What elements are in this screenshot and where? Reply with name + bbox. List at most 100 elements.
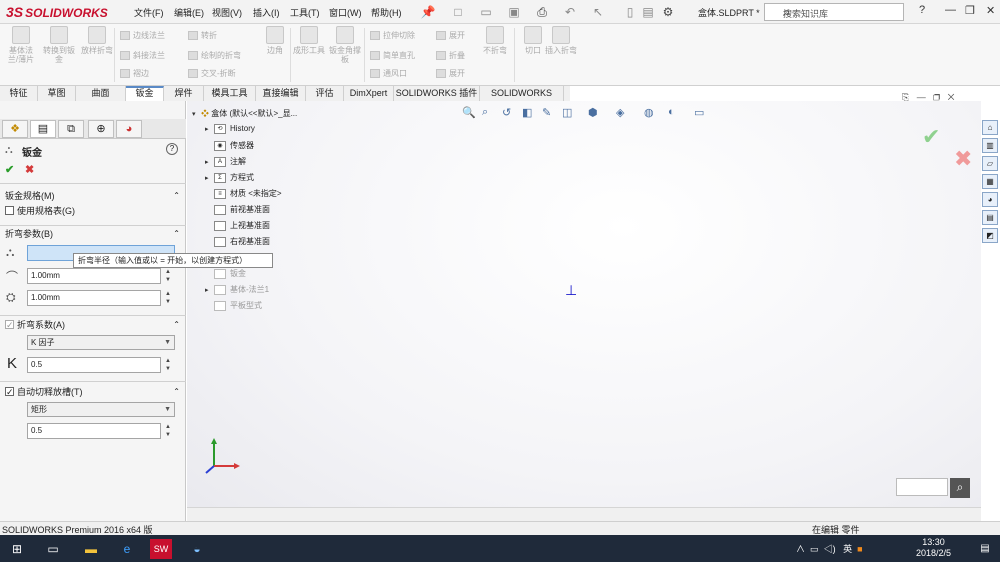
task-view-icon[interactable]: ▭ [42,539,64,559]
simple-hole-button[interactable]: 简单直孔 [370,50,415,61]
graphics-search-box[interactable] [896,478,948,496]
menu-help[interactable]: 帮助(H) [371,6,402,19]
insert-bends-button[interactable]: 插入折弯 [544,26,578,55]
dynamic-annotation-icon[interactable]: ✎ [542,106,551,119]
file-explorer-icon[interactable]: ▱ [982,156,998,171]
tab-direct-editing[interactable]: 直接编辑 [256,86,306,101]
display-style-icon[interactable]: ⬢ [588,106,598,119]
app-taskbar-icon[interactable]: ◒ [186,539,208,559]
checkbox-checked[interactable] [5,385,14,399]
custom-properties-icon[interactable]: ▤ [982,210,998,225]
rebuild-icon[interactable]: ▯ [622,4,638,20]
collapse-chevron-icon[interactable]: ⌃ [173,318,180,332]
tab-evaluate[interactable]: 评估 [306,86,344,101]
help-question-button[interactable]: ? [919,4,925,16]
tree-item-annotations[interactable]: ▸ A 注解 [205,156,246,167]
solidworks-taskbar-icon[interactable]: SW [150,539,172,559]
input-method-icon[interactable]: ■ [857,544,862,554]
edge-browser-icon[interactable]: e [116,539,138,559]
cancel-button[interactable]: ✖ [25,163,34,176]
section-auto-relief-header[interactable]: 自动切释放槽(T)⌃ [0,385,186,399]
ime-indicator[interactable]: 英 [843,544,852,554]
tab-dimxpert[interactable]: DimXpert [344,86,394,101]
tree-item-material[interactable]: ≡ 材质 <未指定> [205,188,282,199]
menu-view[interactable]: 视图(V) [212,6,242,19]
section-bend-params-header[interactable]: 折弯参数(B) ⌃ [0,227,186,241]
use-gauge-table-checkbox[interactable]: 使用规格表(G) [0,204,186,218]
options-gear-icon[interactable]: ⚙ [660,4,676,20]
hide-show-items-icon[interactable]: ◈ [616,106,624,119]
sketched-bend-button[interactable]: 绘制的折弯 [188,50,241,61]
expand-arrow-icon[interactable]: ▸ [205,286,214,294]
confirmation-ok-icon[interactable]: ✔ [922,124,940,150]
expand-arrow-icon[interactable]: ▸ [205,125,214,133]
volume-icon[interactable]: ◁) [824,544,836,554]
flatten-button[interactable]: 展开 [436,68,465,79]
solidworks-logo[interactable]: 3S SOLIDWORKS [6,4,108,20]
miter-flange-button[interactable]: 斜接法兰 [120,50,165,61]
display-manager-tab-icon[interactable]: ◕ [116,120,142,138]
cross-break-button[interactable]: 交叉-折断 [188,68,236,79]
ok-button[interactable]: ✔ [5,163,14,176]
undo-icon[interactable]: ↶ [562,4,578,20]
hem-button[interactable]: 褶边 [120,68,149,79]
expand-arrow-icon[interactable]: ▸ [205,158,214,166]
extruded-cut-button[interactable]: 拉伸切除 [370,30,415,41]
thickness-input[interactable]: 1.00mm [27,290,161,306]
featuremanager-tab-icon[interactable]: ❖ [2,120,28,138]
configuration-tab-icon[interactable]: ⧉ [58,120,84,138]
menu-tools[interactable]: 工具(T) [290,6,320,19]
tree-item-flat-pattern[interactable]: 平板型式 [205,300,262,311]
save-icon[interactable]: ▣ [506,4,522,20]
collapse-chevron-icon[interactable]: ⌃ [173,189,180,203]
tree-item-base-flange[interactable]: ▸ 基体-法兰1 [205,284,269,295]
base-flange-button[interactable]: 基体法兰/薄片 [4,26,38,64]
tray-chevron-icon[interactable]: ∧ [796,544,805,554]
notifications-icon[interactable]: ▤ [974,539,996,559]
tab-weldments[interactable]: 焊件 [164,86,204,101]
no-bends-button[interactable]: 不折弯 [478,26,512,55]
pin-icon[interactable]: 📌 [420,4,436,20]
menu-window[interactable]: 窗口(W) [329,6,362,19]
relief-ratio-input[interactable]: 0.5 [27,423,161,439]
tab-sheet-metal[interactable]: 钣金 [126,86,164,101]
zoom-area-icon[interactable]: ⌕ [482,106,488,119]
previous-view-icon[interactable]: ↺ [502,106,511,119]
tab-solidworks-addins[interactable]: SOLIDWORKS 插件 [394,86,480,101]
vent-button[interactable]: 通风口 [370,68,407,79]
bend-allowance-type-select[interactable]: K 因子 ▼ [27,335,175,350]
view-orientation-icon[interactable]: ◫ [562,106,572,119]
bend-radius-spinner[interactable]: ▲ ▼ [163,268,173,284]
collapse-chevron-icon[interactable]: ⌃ [173,385,180,399]
section-gauge-header[interactable]: 钣金规格(M) ⌃ [0,189,186,203]
solidworks-resources-icon[interactable]: ⌂ [982,120,998,135]
appearances-icon[interactable]: ◕ [982,192,998,207]
start-icon[interactable]: ⊞ [6,539,28,559]
apply-scene-icon[interactable]: ◐ [668,106,675,118]
convert-to-sheet-metal-button[interactable]: 转换到钣金 [42,26,76,64]
graphics-area[interactable] [187,101,981,521]
file-properties-icon[interactable]: ▤ [640,4,656,20]
bend-radius-input[interactable]: 1.00mm [27,268,161,284]
lofted-bend-button[interactable]: 放样折弯 [80,26,114,55]
corners-button[interactable]: 边角 [258,26,292,55]
design-library-icon[interactable]: ▥ [982,138,998,153]
tree-item-front-plane[interactable]: 前视基准面 [205,204,270,215]
close-button[interactable]: ✕ [986,4,995,17]
select-icon[interactable]: ↖ [590,4,606,20]
network-icon[interactable]: ▭ [810,544,819,554]
help-icon[interactable]: ? [166,143,178,155]
edit-appearance-icon[interactable]: ◍ [644,106,654,119]
menu-insert[interactable]: 插入(I) [253,6,280,19]
forum-icon[interactable]: ◩ [982,228,998,243]
tree-item-sensors[interactable]: ◉ 传感器 [205,140,254,151]
viewport-window-controls[interactable]: ⎘ — ❐ ✕ [902,92,954,103]
k-factor-input[interactable]: 0.5 [27,357,161,373]
k-factor-spinner[interactable]: ▲ ▼ [163,357,173,373]
tree-item-top-plane[interactable]: 上视基准面 [205,220,270,231]
zoom-to-fit-icon[interactable]: 🔍 [462,106,476,119]
unfold-button[interactable]: 展开 [436,30,465,41]
restore-button[interactable]: ❐ [965,4,975,17]
propertymanager-tab-icon[interactable]: ▤ [30,120,56,138]
fold-button[interactable]: 折叠 [436,50,465,61]
